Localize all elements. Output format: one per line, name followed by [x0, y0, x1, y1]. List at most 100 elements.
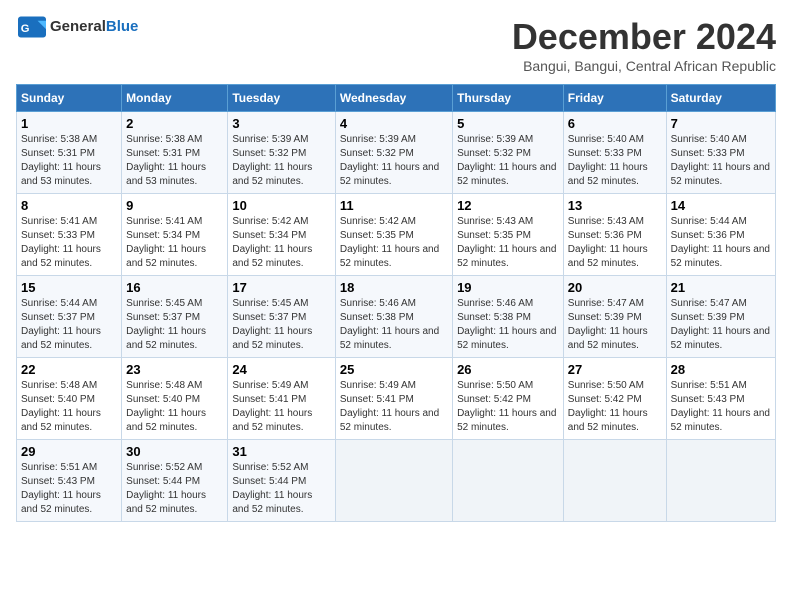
day-number: 7	[671, 116, 771, 131]
day-info: Sunrise: 5:38 AMSunset: 5:31 PMDaylight:…	[126, 133, 223, 189]
day-info: Sunrise: 5:50 AMSunset: 5:42 PMDaylight:…	[568, 379, 662, 435]
calendar-cell: 10 Sunrise: 5:42 AMSunset: 5:34 PMDayligh…	[228, 194, 335, 276]
day-number: 14	[671, 198, 771, 213]
day-info: Sunrise: 5:47 AMSunset: 5:39 PMDaylight:…	[671, 297, 771, 353]
day-of-week-header-row: SundayMondayTuesdayWednesdayThursdayFrid…	[17, 85, 776, 112]
day-info: Sunrise: 5:38 AMSunset: 5:31 PMDaylight:…	[21, 133, 117, 189]
day-info: Sunrise: 5:48 AMSunset: 5:40 PMDaylight:…	[126, 379, 223, 435]
calendar-cell: 14 Sunrise: 5:44 AMSunset: 5:36 PMDayligh…	[666, 194, 775, 276]
calendar-cell	[335, 440, 452, 522]
location: Bangui, Bangui, Central African Republic	[512, 58, 776, 74]
day-of-week-friday: Friday	[563, 85, 666, 112]
day-number: 19	[457, 280, 559, 295]
day-of-week-sunday: Sunday	[17, 85, 122, 112]
svg-text:G: G	[21, 23, 30, 35]
day-info: Sunrise: 5:52 AMSunset: 5:44 PMDaylight:…	[126, 461, 223, 517]
page-header: G GeneralBlue December 2024 Bangui, Bang…	[16, 16, 776, 74]
day-number: 21	[671, 280, 771, 295]
calendar-cell: 26 Sunrise: 5:50 AMSunset: 5:42 PMDayligh…	[453, 358, 564, 440]
calendar-week-row: 15 Sunrise: 5:44 AMSunset: 5:37 PMDayligh…	[17, 276, 776, 358]
calendar-cell: 15 Sunrise: 5:44 AMSunset: 5:37 PMDayligh…	[17, 276, 122, 358]
day-number: 5	[457, 116, 559, 131]
day-number: 16	[126, 280, 223, 295]
calendar-cell: 12 Sunrise: 5:43 AMSunset: 5:35 PMDayligh…	[453, 194, 564, 276]
day-number: 23	[126, 362, 223, 377]
calendar-cell: 27 Sunrise: 5:50 AMSunset: 5:42 PMDayligh…	[563, 358, 666, 440]
day-info: Sunrise: 5:41 AMSunset: 5:34 PMDaylight:…	[126, 215, 223, 271]
calendar-cell: 6 Sunrise: 5:40 AMSunset: 5:33 PMDaylight…	[563, 112, 666, 194]
logo-icon: G	[18, 16, 46, 38]
day-info: Sunrise: 5:44 AMSunset: 5:36 PMDaylight:…	[671, 215, 771, 271]
calendar-week-row: 29 Sunrise: 5:51 AMSunset: 5:43 PMDayligh…	[17, 440, 776, 522]
day-info: Sunrise: 5:39 AMSunset: 5:32 PMDaylight:…	[340, 133, 448, 189]
day-of-week-thursday: Thursday	[453, 85, 564, 112]
calendar-table: SundayMondayTuesdayWednesdayThursdayFrid…	[16, 84, 776, 522]
title-area: December 2024 Bangui, Bangui, Central Af…	[512, 16, 776, 74]
day-number: 31	[232, 444, 330, 459]
day-number: 24	[232, 362, 330, 377]
day-info: Sunrise: 5:49 AMSunset: 5:41 PMDaylight:…	[340, 379, 448, 435]
day-number: 29	[21, 444, 117, 459]
day-of-week-saturday: Saturday	[666, 85, 775, 112]
calendar-cell: 23 Sunrise: 5:48 AMSunset: 5:40 PMDayligh…	[122, 358, 228, 440]
day-number: 26	[457, 362, 559, 377]
day-info: Sunrise: 5:52 AMSunset: 5:44 PMDaylight:…	[232, 461, 330, 517]
day-number: 12	[457, 198, 559, 213]
calendar-week-row: 22 Sunrise: 5:48 AMSunset: 5:40 PMDayligh…	[17, 358, 776, 440]
day-number: 11	[340, 198, 448, 213]
calendar-cell	[666, 440, 775, 522]
day-number: 17	[232, 280, 330, 295]
day-number: 8	[21, 198, 117, 213]
calendar-cell: 28Sunrise: 5:51 AMSunset: 5:43 PMDayligh…	[666, 358, 775, 440]
day-info: Sunrise: 5:46 AMSunset: 5:38 PMDaylight:…	[457, 297, 559, 353]
day-number: 25	[340, 362, 448, 377]
day-of-week-monday: Monday	[122, 85, 228, 112]
day-number: 9	[126, 198, 223, 213]
calendar-cell: 20Sunrise: 5:47 AMSunset: 5:39 PMDayligh…	[563, 276, 666, 358]
day-info: Sunrise: 5:46 AMSunset: 5:38 PMDaylight:…	[340, 297, 448, 353]
day-info: Sunrise: 5:51 AMSunset: 5:43 PMDaylight:…	[21, 461, 117, 517]
day-number: 22	[21, 362, 117, 377]
calendar-cell: 5Sunrise: 5:39 AMSunset: 5:32 PMDaylight…	[453, 112, 564, 194]
day-info: Sunrise: 5:42 AMSunset: 5:34 PMDaylight:…	[232, 215, 330, 271]
calendar-cell: 13 Sunrise: 5:43 AMSunset: 5:36 PMDayligh…	[563, 194, 666, 276]
day-info: Sunrise: 5:44 AMSunset: 5:37 PMDaylight:…	[21, 297, 117, 353]
day-number: 18	[340, 280, 448, 295]
day-number: 27	[568, 362, 662, 377]
calendar-week-row: 8 Sunrise: 5:41 AMSunset: 5:33 PMDaylight…	[17, 194, 776, 276]
logo: G GeneralBlue	[16, 16, 138, 38]
day-number: 1	[21, 116, 117, 131]
calendar-cell: 17Sunrise: 5:45 AMSunset: 5:37 PMDayligh…	[228, 276, 335, 358]
calendar-cell: 1 Sunrise: 5:38 AMSunset: 5:31 PMDaylight…	[17, 112, 122, 194]
calendar-body: 1 Sunrise: 5:38 AMSunset: 5:31 PMDaylight…	[17, 112, 776, 522]
day-info: Sunrise: 5:50 AMSunset: 5:42 PMDaylight:…	[457, 379, 559, 435]
calendar-cell: 19 Sunrise: 5:46 AMSunset: 5:38 PMDayligh…	[453, 276, 564, 358]
day-of-week-tuesday: Tuesday	[228, 85, 335, 112]
calendar-week-row: 1 Sunrise: 5:38 AMSunset: 5:31 PMDaylight…	[17, 112, 776, 194]
calendar-cell: 4 Sunrise: 5:39 AMSunset: 5:32 PMDaylight…	[335, 112, 452, 194]
calendar-cell: 16Sunrise: 5:45 AMSunset: 5:37 PMDayligh…	[122, 276, 228, 358]
calendar-cell: 25 Sunrise: 5:49 AMSunset: 5:41 PMDayligh…	[335, 358, 452, 440]
day-info: Sunrise: 5:39 AMSunset: 5:32 PMDaylight:…	[232, 133, 330, 189]
calendar-cell: 3 Sunrise: 5:39 AMSunset: 5:32 PMDaylight…	[228, 112, 335, 194]
calendar-cell: 8 Sunrise: 5:41 AMSunset: 5:33 PMDaylight…	[17, 194, 122, 276]
day-info: Sunrise: 5:41 AMSunset: 5:33 PMDaylight:…	[21, 215, 117, 271]
day-number: 4	[340, 116, 448, 131]
day-number: 10	[232, 198, 330, 213]
day-number: 15	[21, 280, 117, 295]
day-info: Sunrise: 5:43 AMSunset: 5:35 PMDaylight:…	[457, 215, 559, 271]
day-number: 3	[232, 116, 330, 131]
day-info: Sunrise: 5:47 AMSunset: 5:39 PMDaylight:…	[568, 297, 662, 353]
day-of-week-wednesday: Wednesday	[335, 85, 452, 112]
calendar-cell: 18 Sunrise: 5:46 AMSunset: 5:38 PMDayligh…	[335, 276, 452, 358]
calendar-cell: 9 Sunrise: 5:41 AMSunset: 5:34 PMDaylight…	[122, 194, 228, 276]
day-info: Sunrise: 5:49 AMSunset: 5:41 PMDaylight:…	[232, 379, 330, 435]
day-info: Sunrise: 5:43 AMSunset: 5:36 PMDaylight:…	[568, 215, 662, 271]
calendar-cell: 21 Sunrise: 5:47 AMSunset: 5:39 PMDayligh…	[666, 276, 775, 358]
calendar-cell: 22 Sunrise: 5:48 AMSunset: 5:40 PMDayligh…	[17, 358, 122, 440]
day-info: Sunrise: 5:51 AMSunset: 5:43 PMDaylight:…	[671, 379, 771, 435]
day-info: Sunrise: 5:40 AMSunset: 5:33 PMDaylight:…	[568, 133, 662, 189]
day-number: 13	[568, 198, 662, 213]
day-info: Sunrise: 5:48 AMSunset: 5:40 PMDaylight:…	[21, 379, 117, 435]
day-number: 6	[568, 116, 662, 131]
